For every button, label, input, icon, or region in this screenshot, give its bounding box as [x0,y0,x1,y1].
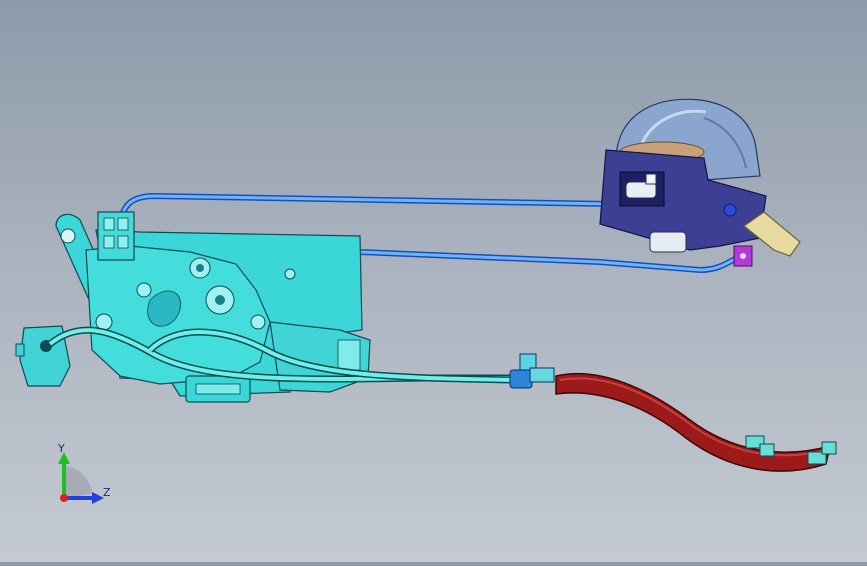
door-lock-assembly[interactable] [15,211,371,403]
pivot-hole [284,268,296,280]
outer-cable-sheath[interactable] [555,372,832,472]
pivot-hole [136,282,152,298]
triad-z-label: Z [103,486,111,499]
cable-junction-clip[interactable] [509,353,555,389]
cad-3d-viewport[interactable]: Y Z [0,0,867,562]
origin-icon [60,494,68,502]
mounting-hole [60,228,76,244]
triad-y-label: Y [58,442,65,455]
actuator-indicator [723,203,737,217]
cad-model-scene[interactable] [0,0,867,562]
latch-housing[interactable] [97,211,135,261]
actuator-assembly[interactable] [599,98,801,267]
pivot-hole [250,314,266,330]
